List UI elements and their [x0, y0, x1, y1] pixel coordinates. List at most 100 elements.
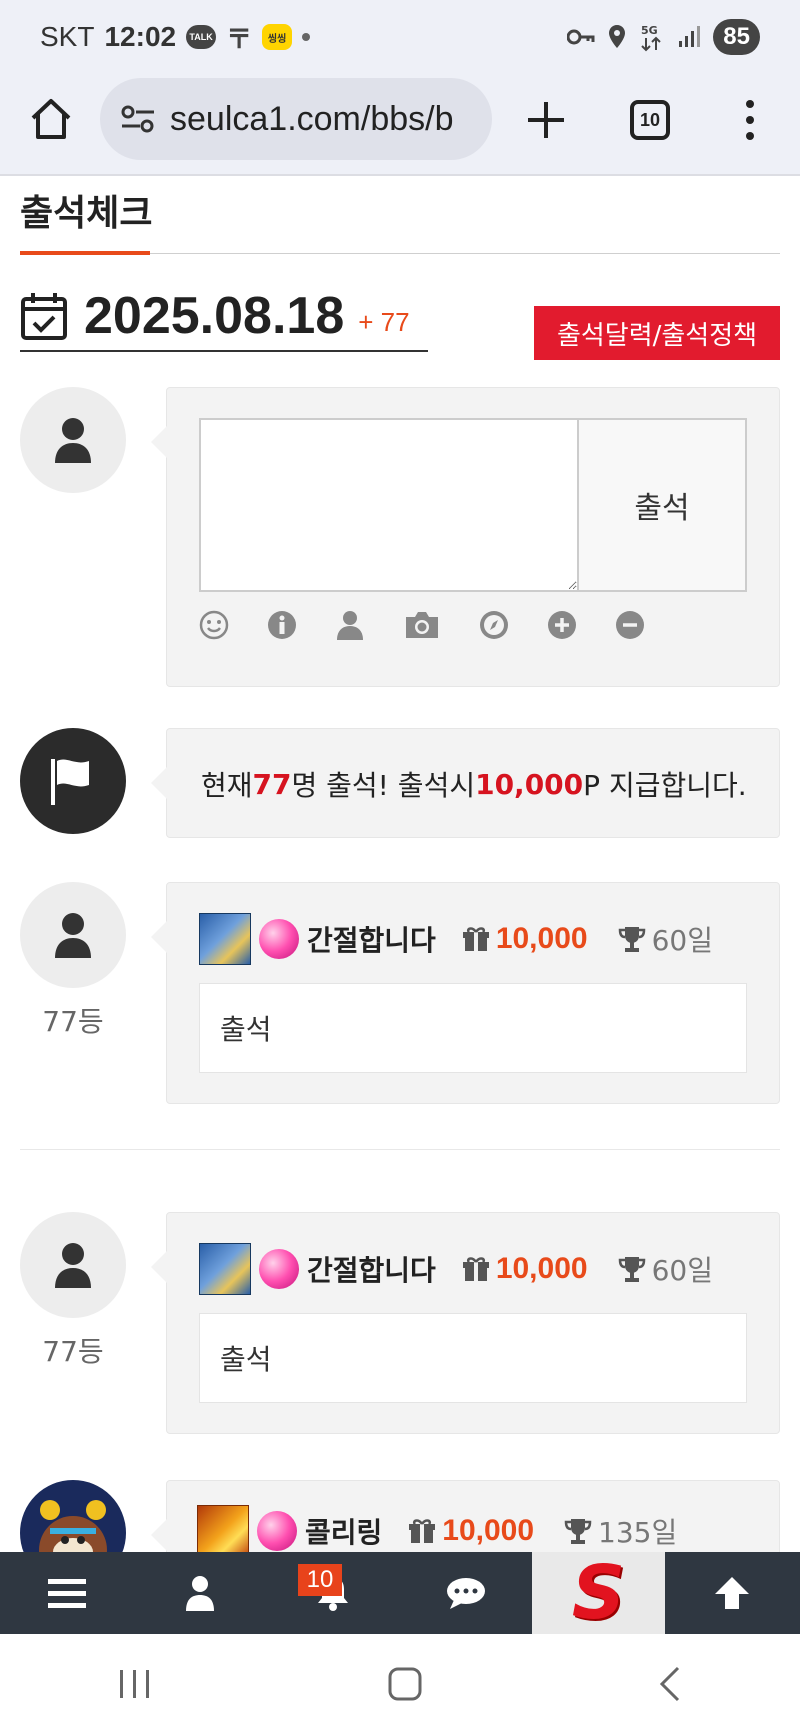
comment-input[interactable] [201, 420, 577, 590]
chat-icon [446, 1578, 485, 1609]
chat-button[interactable] [399, 1552, 532, 1634]
emoji-icon[interactable] [199, 610, 229, 640]
gift-icon [409, 1519, 436, 1543]
attendance-count: + 77 [358, 306, 410, 337]
notice-suffix: P 지급합니다. [583, 769, 747, 802]
svg-text:5G: 5G [641, 24, 658, 37]
camera-icon[interactable] [403, 610, 441, 640]
attendance-entry: 간절합니다 10,000 60일 출석 [151, 882, 780, 1104]
more-options-icon[interactable] [740, 98, 760, 142]
user-icon [55, 913, 91, 958]
page-title: 출석체크 [20, 193, 153, 234]
gift-icon [462, 1257, 489, 1281]
attendance-date: 2025.08.18 [84, 287, 345, 345]
avatar [20, 387, 126, 493]
scroll-top-button[interactable] [665, 1552, 798, 1634]
new-tab-icon[interactable] [524, 98, 568, 142]
system-nav-bar [0, 1634, 800, 1734]
recent-apps-icon[interactable] [118, 1668, 152, 1700]
rank-orb-icon [259, 1249, 299, 1289]
notice-avatar [20, 728, 126, 834]
user-icon[interactable] [335, 610, 365, 640]
avatar [20, 882, 126, 988]
user-icon [55, 1243, 91, 1288]
trophy-icon [618, 1257, 645, 1282]
attendance-rank: 77등 [42, 1335, 104, 1368]
entry-comment: 출석 [199, 983, 747, 1073]
menu-button[interactable] [0, 1552, 133, 1634]
site-logo[interactable]: S [532, 1550, 665, 1636]
bottom-nav: S [0, 1550, 800, 1636]
address-bar[interactable]: seulca1.com/bbs/b [100, 78, 492, 160]
info-icon[interactable] [267, 610, 297, 640]
notice-points: 10,000 [475, 767, 584, 801]
arrow-up-icon [714, 1577, 749, 1609]
entry-divider [20, 1149, 780, 1150]
title-underline [20, 251, 150, 255]
status-bar: SKT 12:02 TALK 〒 씽씽 5G 85 [0, 0, 800, 74]
rank-orb-icon [259, 919, 299, 959]
notice-count: 77 [252, 767, 292, 801]
dot-icon [302, 33, 311, 41]
gift-icon [462, 927, 489, 951]
attend-submit-button[interactable]: 출석 [577, 420, 745, 590]
carrier-label: SKT [40, 21, 95, 52]
attendance-rank: 77등 [42, 1005, 104, 1038]
entry-points: 10,000 [495, 922, 588, 955]
entry-header: 간절합니다 10,000 60일 [199, 913, 713, 965]
signal-icon [679, 26, 701, 47]
trophy-icon [564, 1519, 592, 1544]
home-icon[interactable] [28, 96, 74, 142]
notice-middle: 명 출석! 출석시 [291, 769, 476, 802]
date-header: 2025.08.18 + 77 [20, 282, 428, 352]
calendar-check-icon [21, 293, 67, 340]
level-badge-icon [199, 1243, 251, 1295]
5g-icon: 5G [641, 24, 662, 52]
notice-card: 현재 77 명 출석! 출석시 10,000 P 지급합니다. [151, 728, 780, 839]
compose-card: 출석 [151, 387, 780, 687]
entry-points: 10,000 [442, 1514, 535, 1547]
tab-switcher-button[interactable]: 10 [630, 100, 670, 140]
user-icon [185, 1576, 214, 1611]
attendance-entry: 간절합니다 10,000 60일 출석 [151, 1212, 780, 1434]
entry-days: 135일 [598, 1516, 678, 1549]
location-icon [609, 25, 626, 48]
nickname[interactable]: 콜리링 [305, 1511, 382, 1551]
back-icon[interactable] [658, 1666, 682, 1702]
trophy-icon [618, 927, 645, 952]
notice-prefix: 현재 [201, 769, 253, 802]
compose-form: 출석 [199, 418, 747, 592]
user-icon [55, 418, 91, 463]
entry-header: 간절합니다 10,000 60일 [199, 1243, 713, 1295]
nickname[interactable]: 간절합니다 [307, 919, 436, 959]
notification-badge: 10 [298, 1564, 342, 1596]
entry-days: 60일 [651, 924, 713, 957]
battery-icon: 85 [713, 19, 760, 55]
plus-circle-icon[interactable] [547, 610, 577, 640]
site-logo-letter: S [571, 1550, 626, 1636]
level-badge-icon [197, 1505, 249, 1557]
profile-button[interactable] [133, 1552, 266, 1634]
entry-comment: 출석 [199, 1313, 747, 1403]
t-icon: 〒 [226, 23, 253, 54]
level-badge-icon [199, 913, 251, 965]
minus-circle-icon[interactable] [615, 610, 645, 640]
home-icon[interactable] [387, 1666, 423, 1702]
avatar [20, 1212, 126, 1318]
rank-orb-icon [257, 1511, 297, 1551]
browser-toolbar: seulca1.com/bbs/b 10 [0, 74, 800, 176]
key-icon [567, 29, 595, 45]
entry-points: 10,000 [495, 1252, 588, 1285]
kakaotalk-icon: TALK [186, 25, 217, 49]
attendance-notice: 현재 77 명 출석! 출석시 10,000 P 지급합니다. [201, 729, 747, 839]
attendance-policy-button[interactable]: 출석달력/출석정책 [534, 306, 780, 360]
nickname[interactable]: 간절합니다 [307, 1249, 436, 1289]
compose-toolbar [199, 610, 645, 640]
flag-icon [51, 759, 89, 805]
site-settings-icon[interactable] [120, 104, 156, 134]
clock: 12:02 [104, 21, 177, 52]
entry-days: 60일 [651, 1254, 713, 1287]
compass-icon[interactable] [479, 610, 509, 640]
menu-icon [47, 1579, 86, 1608]
url-text[interactable]: seulca1.com/bbs/b [170, 100, 454, 139]
